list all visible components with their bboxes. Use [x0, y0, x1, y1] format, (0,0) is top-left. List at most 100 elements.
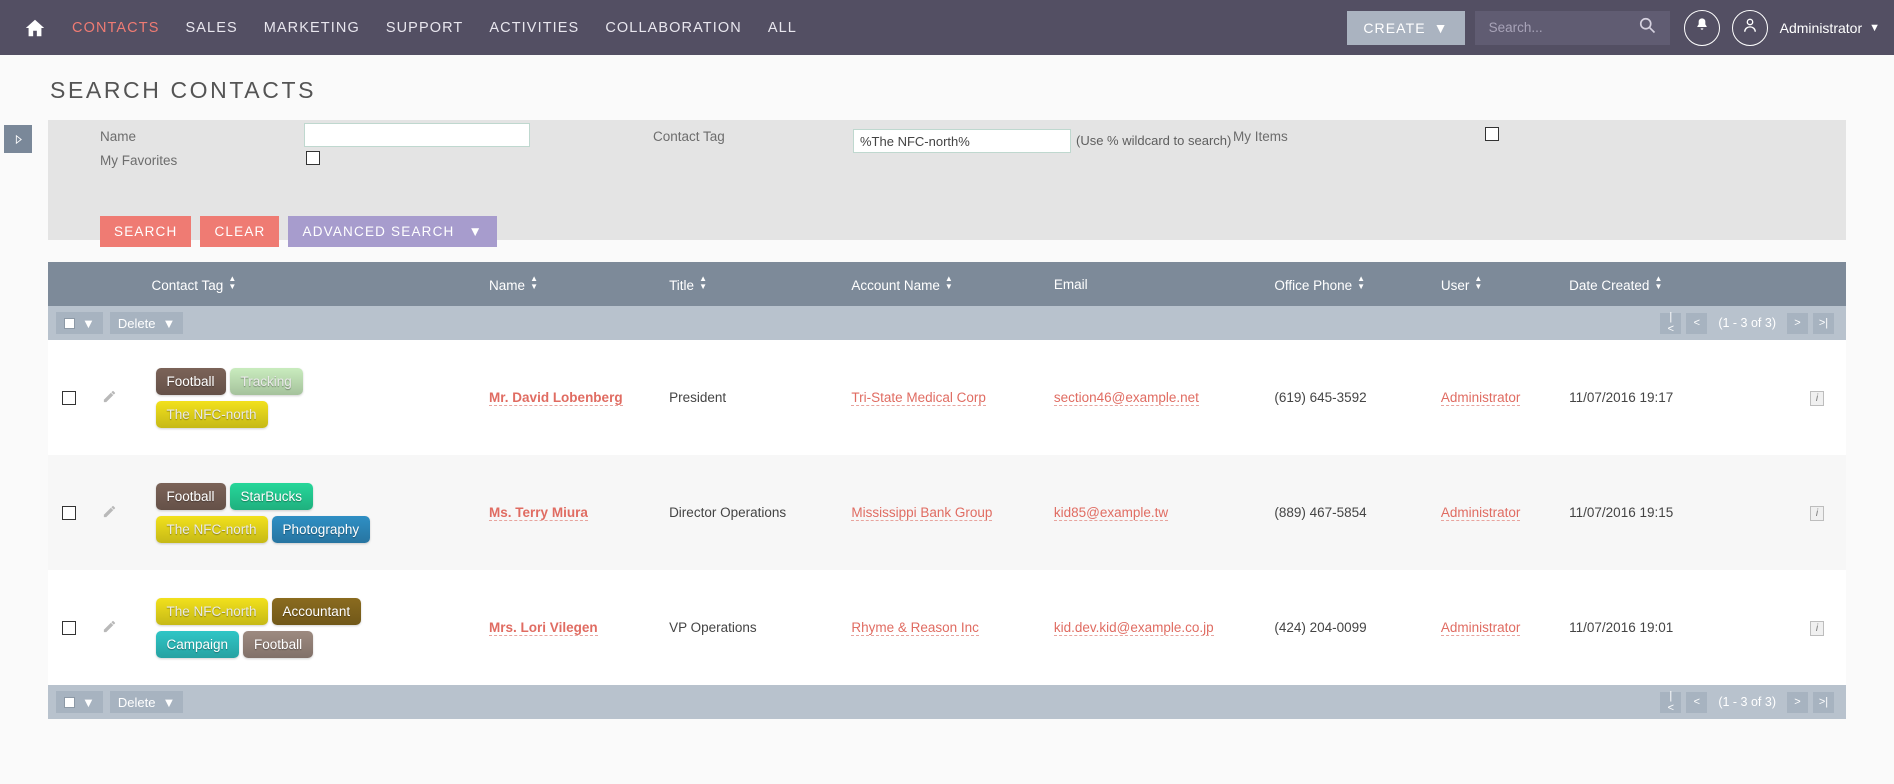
nav-item-contacts[interactable]: CONTACTS [72, 16, 159, 40]
column-header-office-phone[interactable]: Office Phone ▲ ▼ [1274, 262, 1441, 306]
pencil-edit-icon[interactable] [102, 389, 117, 407]
sort-arrows-icon[interactable]: ▲ ▼ [945, 275, 953, 291]
column-header-title[interactable]: Title ▲ ▼ [669, 262, 852, 306]
nav-item-marketing[interactable]: MARKETING [264, 16, 360, 40]
contact-tag[interactable]: Photography [271, 515, 371, 543]
chevron-down-icon: ▼ [468, 224, 484, 239]
contact-tag[interactable]: Football [243, 630, 314, 658]
email-link-cell: kid85@example.tw [1053, 455, 1275, 570]
home-icon[interactable] [18, 11, 52, 45]
first-page-button-bottom[interactable]: |< [1660, 690, 1682, 714]
info-icon[interactable]: i [1810, 621, 1824, 636]
contact-tag[interactable]: The NFC-north [155, 597, 268, 625]
column-header-date-created[interactable]: Date Created ▲ ▼ [1569, 262, 1763, 306]
advanced-search-button[interactable]: ADVANCED SEARCH ▼ [288, 216, 498, 247]
sort-arrows-icon[interactable]: ▲ ▼ [1357, 275, 1365, 291]
contact-tag[interactable]: StarBucks [229, 482, 314, 510]
nav-item-activities[interactable]: ACTIVITIES [489, 16, 579, 40]
column-header-user[interactable]: User ▲ ▼ [1440, 262, 1570, 306]
notifications-button[interactable] [1683, 9, 1720, 46]
column-header-name[interactable]: Name ▲ ▼ [489, 262, 670, 306]
delete-dropdown-button-top[interactable]: Delete ▼ [109, 312, 184, 334]
assigned-user-link[interactable]: Administrator [1440, 620, 1521, 636]
email-link[interactable]: kid85@example.tw [1053, 505, 1169, 521]
name-input[interactable] [304, 123, 530, 147]
row-select-checkbox[interactable] [62, 505, 76, 520]
column-header-contact-tag[interactable]: Contact Tag ▲ ▼ [151, 262, 490, 306]
account-name-link[interactable]: Tri-State Medical Corp [851, 390, 986, 406]
assigned-user-link[interactable]: Administrator [1440, 505, 1521, 521]
chevron-down-icon: ▼ [1433, 19, 1449, 36]
info-icon[interactable]: i [1810, 506, 1824, 521]
tag-list: The NFC-north Accountant Campaign Football [152, 597, 412, 658]
row-select-checkbox[interactable] [62, 620, 76, 635]
email-link[interactable]: kid.dev.kid@example.co.jp [1053, 620, 1214, 636]
date-created: 11/07/2016 19:17 [1569, 390, 1674, 405]
tag-list: Football StarBucks The NFC-north Photograph… [152, 482, 412, 543]
last-page-button-bottom[interactable]: >| [1813, 691, 1834, 713]
office-phone: (424) 204-0099 [1274, 620, 1367, 635]
sort-arrows-icon[interactable]: ▲ ▼ [699, 275, 707, 291]
account-name-link[interactable]: Rhyme & Reason Inc [851, 620, 979, 636]
contact-tag[interactable]: Tracking [229, 367, 303, 395]
contact-tag-input[interactable] [853, 129, 1071, 153]
email-link[interactable]: section46@example.net [1053, 390, 1199, 406]
nav-item-all[interactable]: ALL [768, 16, 797, 40]
account-name-link[interactable]: Mississippi Bank Group [851, 505, 993, 521]
select-all-dropdown-bottom[interactable]: ▼ [56, 691, 103, 713]
prev-page-button-top[interactable]: < [1686, 312, 1708, 334]
pencil-edit-icon[interactable] [102, 504, 117, 522]
expand-sidebar-icon[interactable] [4, 125, 32, 153]
sort-arrows-icon[interactable]: ▲ ▼ [530, 275, 538, 291]
contact-name-link[interactable]: Ms. Terry Miura [489, 505, 588, 521]
nav-item-sales[interactable]: SALES [185, 16, 237, 40]
select-all-checkbox-icon[interactable] [64, 696, 75, 708]
column-header-account-name[interactable]: Account Name ▲ ▼ [851, 262, 1054, 306]
next-page-button-bottom[interactable]: > [1787, 691, 1808, 713]
row-select-checkbox[interactable] [62, 390, 76, 405]
date-created-cell: 11/07/2016 19:17 [1569, 340, 1763, 455]
nav-item-collaboration[interactable]: COLLABORATION [605, 16, 742, 40]
search-button[interactable]: SEARCH [100, 216, 192, 247]
sort-arrows-icon[interactable]: ▲ ▼ [228, 275, 236, 291]
select-all-dropdown-top[interactable]: ▼ [56, 312, 103, 334]
info-icon[interactable]: i [1810, 391, 1824, 406]
contact-name-link[interactable]: Mrs. Lori Vilegen [489, 620, 598, 636]
my-items-checkbox[interactable] [1485, 127, 1499, 141]
toolbar-right-cell: |< < (1 - 3 of 3) > >| [1053, 306, 1846, 340]
next-page-button-top[interactable]: > [1787, 312, 1808, 334]
row-controls-cell [48, 340, 152, 455]
contact-tag[interactable]: Football [155, 482, 226, 510]
current-user-name[interactable]: Administrator [1780, 20, 1862, 36]
prev-page-button-bottom[interactable]: < [1686, 691, 1708, 713]
nav-item-support[interactable]: SUPPORT [386, 16, 464, 40]
global-search-box[interactable] [1474, 10, 1670, 45]
avatar[interactable] [1731, 9, 1768, 46]
last-page-button-top[interactable]: >| [1813, 312, 1834, 334]
chevron-down-icon: ▼ [82, 315, 95, 331]
sort-arrows-icon[interactable]: ▲ ▼ [1474, 275, 1482, 291]
search-icon[interactable] [1637, 15, 1657, 40]
sort-arrows-icon[interactable]: ▲ ▼ [1654, 275, 1662, 291]
date-created: 11/07/2016 19:15 [1569, 505, 1674, 520]
contact-tag[interactable]: Accountant [271, 597, 362, 625]
contact-tag[interactable]: Football [155, 367, 226, 395]
pencil-edit-icon[interactable] [102, 619, 117, 637]
select-all-checkbox-icon[interactable] [64, 317, 75, 329]
delete-dropdown-button-bottom[interactable]: Delete ▼ [109, 691, 184, 713]
table-row: The NFC-north Accountant Campaign Football M… [48, 570, 1846, 685]
user-menu-chevron-down-icon[interactable]: ▼ [1869, 22, 1880, 34]
my-favorites-checkbox[interactable] [306, 151, 320, 165]
contact-tag[interactable]: The NFC-north [155, 400, 268, 428]
contact-name-link[interactable]: Mr. David Lobenberg [489, 390, 623, 406]
table-row: Football Tracking The NFC-north Mr. David L… [48, 340, 1846, 455]
column-header-label: Account Name [851, 278, 940, 293]
contact-tag[interactable]: Campaign [155, 630, 240, 658]
clear-button[interactable]: CLEAR [200, 216, 280, 247]
create-button[interactable]: CREATE ▼ [1347, 10, 1465, 45]
global-search-input[interactable] [1486, 19, 1637, 36]
contact-tag[interactable]: The NFC-north [155, 515, 268, 543]
assigned-user-link[interactable]: Administrator [1440, 390, 1521, 406]
first-page-button-top[interactable]: |< [1660, 311, 1682, 335]
row-info-cell: i [1762, 570, 1846, 685]
